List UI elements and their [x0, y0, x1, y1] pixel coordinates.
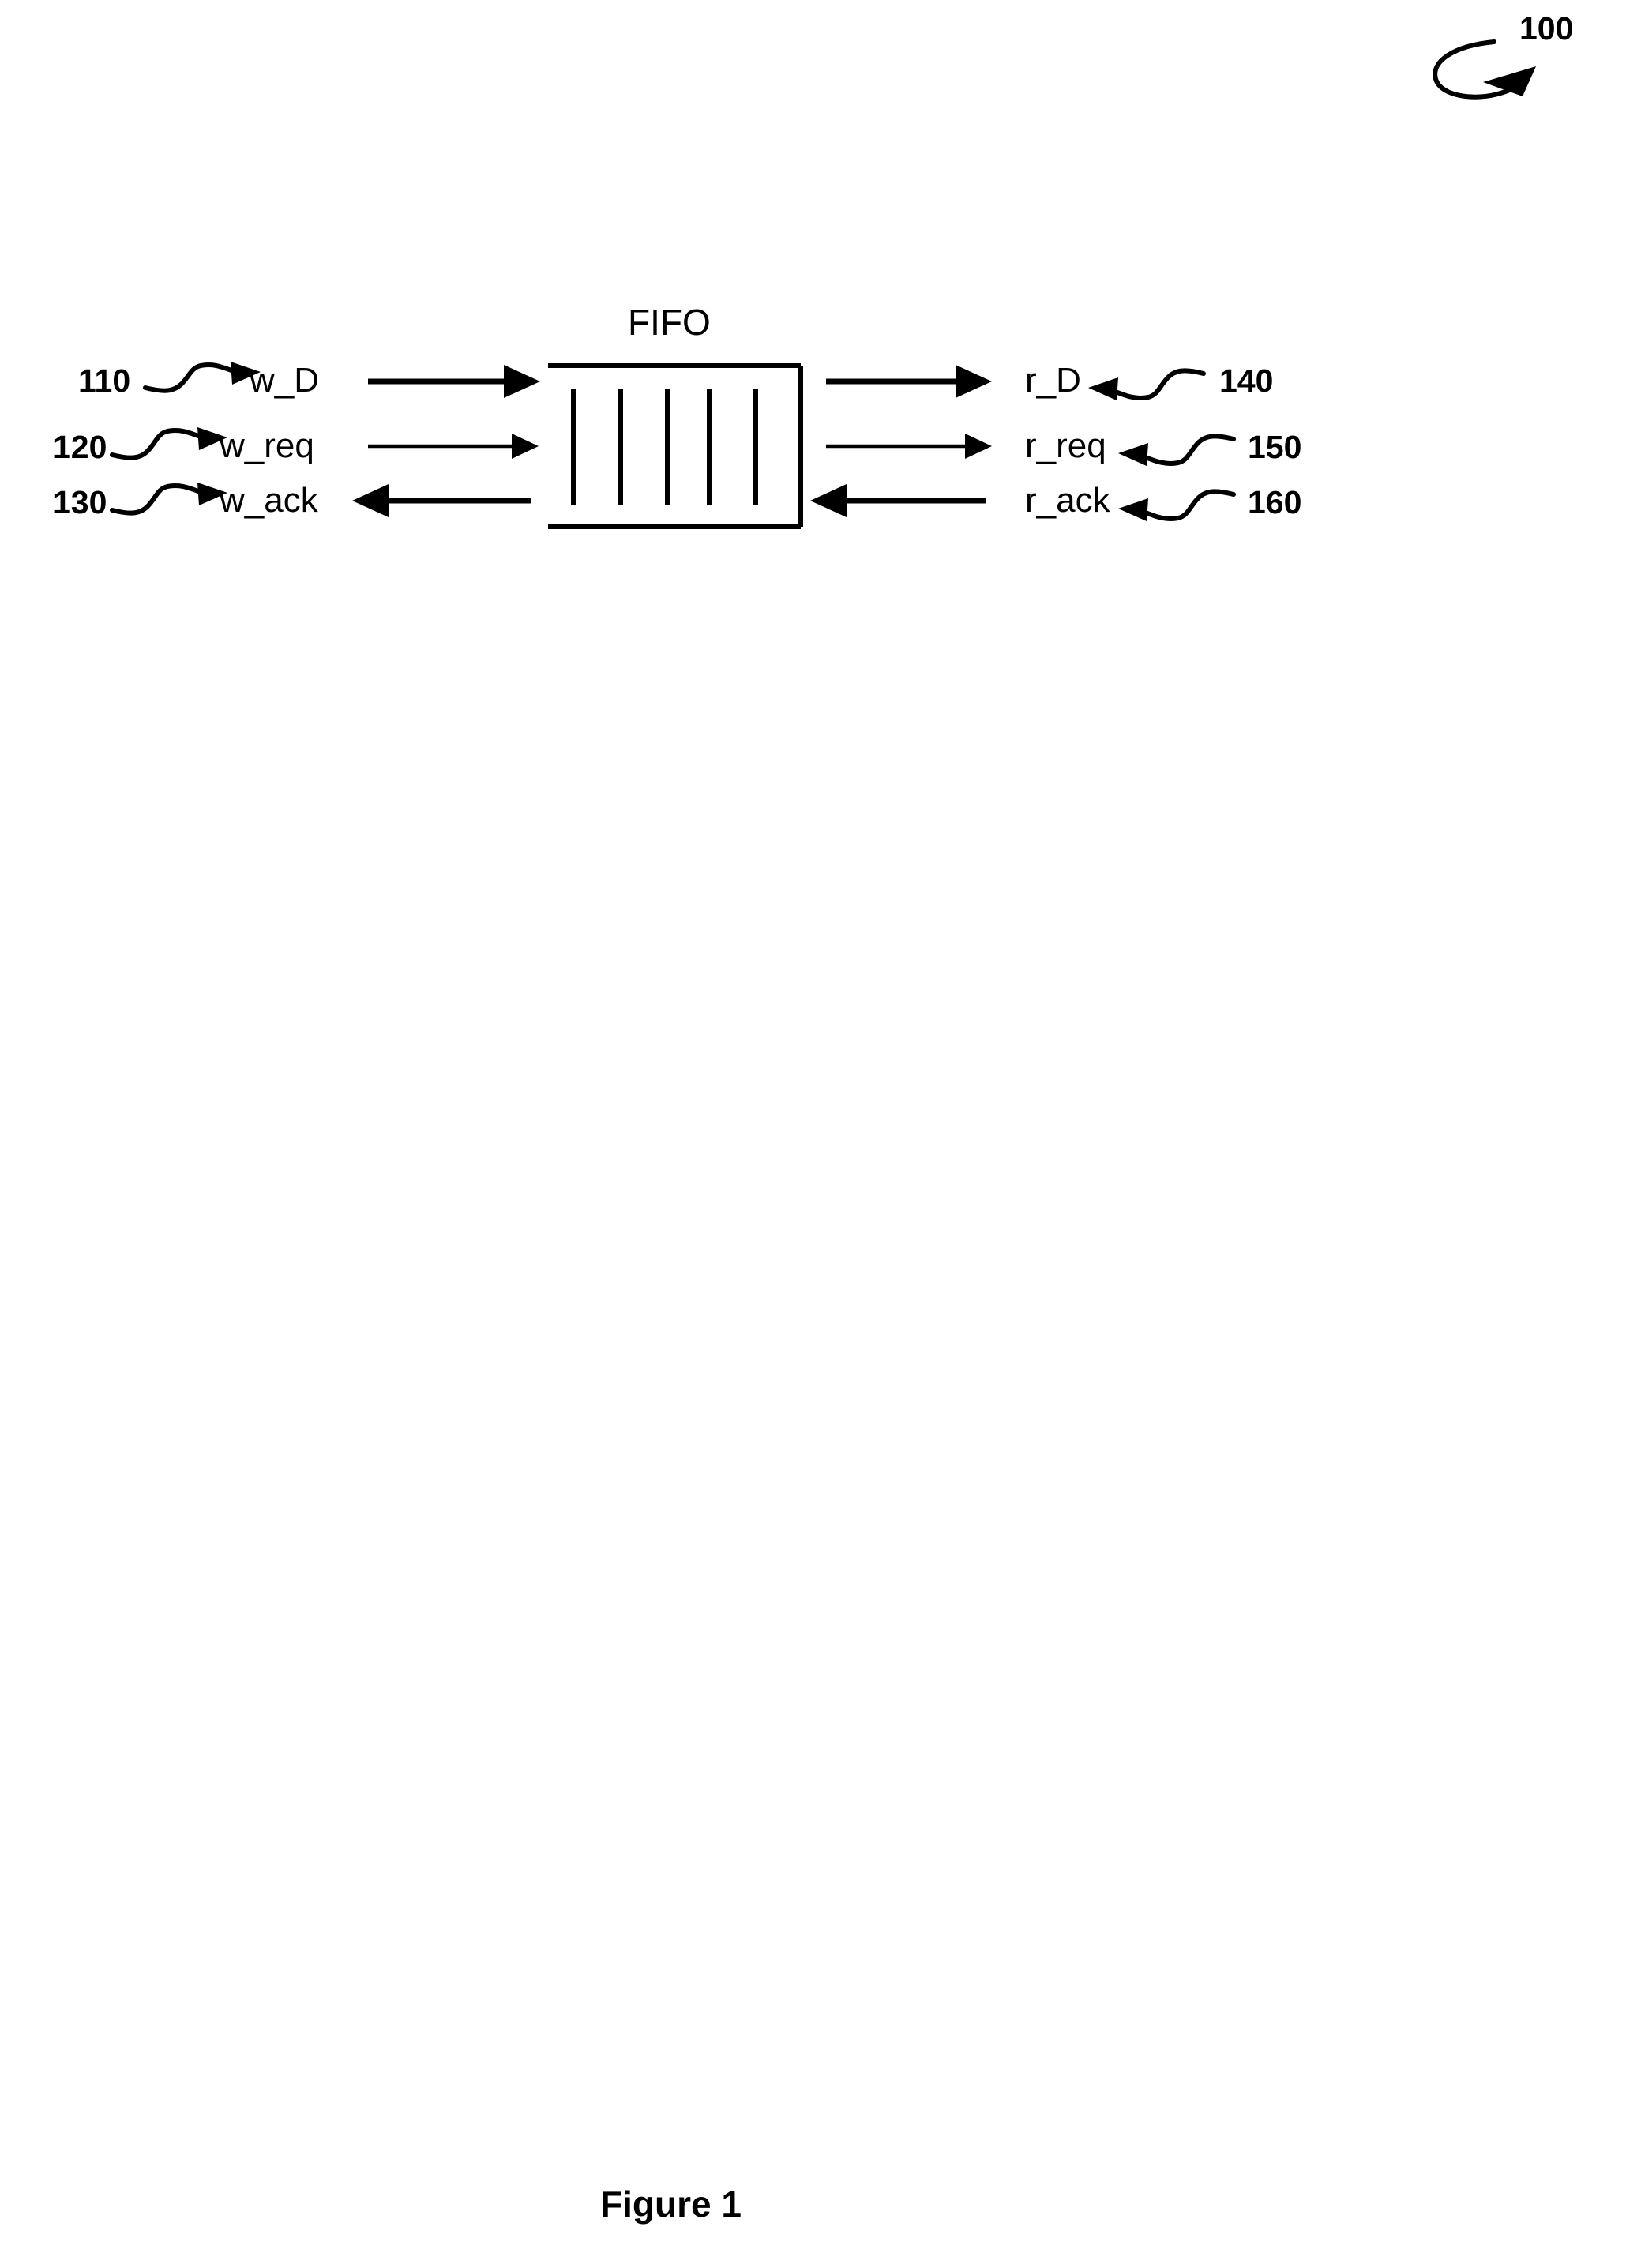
fifo-cell-dividers — [571, 389, 758, 505]
signal-arrow-w-ack — [352, 484, 531, 517]
signal-arrow-w-req — [368, 434, 539, 459]
ref-num-150: 150 — [1248, 429, 1302, 465]
figure-caption: Figure 1 — [600, 2184, 742, 2225]
signal-label-r-req: r_req — [1025, 426, 1106, 465]
lead-line-140 — [1088, 368, 1206, 400]
patent-figure-page: 100 FIFO 110 120 130 w_D w_req w_ack r_D… — [0, 0, 1626, 2268]
assembly-lead-arrowhead — [1483, 66, 1536, 96]
ref-num-160: 160 — [1248, 484, 1302, 520]
lead-line-160 — [1118, 489, 1236, 521]
signal-label-w-ack: w_ack — [220, 481, 318, 520]
ref-num-130: 130 — [53, 484, 107, 520]
fifo-block-outline — [548, 363, 803, 529]
signal-arrow-r-d — [826, 365, 992, 398]
lead-line-130 — [110, 483, 227, 516]
signal-arrow-r-ack — [810, 484, 986, 517]
ref-num-140: 140 — [1219, 362, 1274, 399]
lead-line-110 — [143, 362, 261, 393]
signal-label-w-req: w_req — [220, 426, 314, 465]
lead-line-120 — [110, 427, 227, 460]
lead-line-150 — [1118, 434, 1236, 466]
signal-label-w-d: w_D — [250, 361, 320, 400]
assembly-lead-line — [1433, 39, 1536, 100]
ref-num-110: 110 — [78, 362, 131, 399]
signal-arrow-r-req — [826, 434, 992, 459]
assembly-ref-100: 100 — [1519, 10, 1574, 47]
signal-arrow-w-d — [368, 365, 540, 398]
signal-label-r-d: r_D — [1025, 361, 1081, 400]
figure-line-art — [110, 39, 1536, 529]
signal-label-r-ack: r_ack — [1025, 481, 1110, 520]
fifo-block-label: FIFO — [628, 302, 711, 343]
ref-num-120: 120 — [53, 429, 107, 465]
